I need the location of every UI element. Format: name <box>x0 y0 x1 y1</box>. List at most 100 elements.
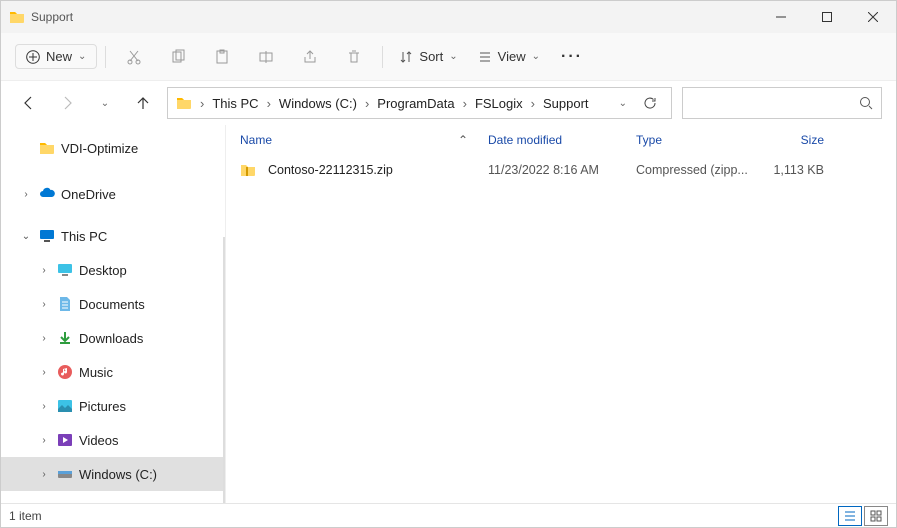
chevron-right-icon: › <box>461 96 469 111</box>
breadcrumb[interactable]: Windows (C:) <box>275 94 361 113</box>
search-icon <box>859 96 873 110</box>
up-button[interactable] <box>129 89 157 117</box>
breadcrumb[interactable]: FSLogix <box>471 94 527 113</box>
sidebar-item-documents[interactable]: › Documents <box>1 287 225 321</box>
chevron-down-icon: ⌄ <box>532 51 540 62</box>
sidebar-item-downloads[interactable]: › Downloads <box>1 321 225 355</box>
sidebar-item-desktop[interactable]: › Desktop <box>1 253 225 287</box>
refresh-button[interactable] <box>643 96 657 110</box>
chevron-right-icon[interactable]: › <box>37 401 51 412</box>
details-view-button[interactable] <box>838 506 862 526</box>
file-row[interactable]: Contoso-22112315.zip 11/23/2022 8:16 AM … <box>226 155 896 185</box>
navigation-row: ⌄ › This PC › Windows (C:) › ProgramData… <box>1 81 896 125</box>
toolbar: New ⌄ Sort ⌄ View ⌄ ··· <box>1 33 896 81</box>
maximize-button[interactable] <box>804 1 850 33</box>
video-icon <box>57 432 73 448</box>
pc-icon <box>39 228 55 244</box>
separator <box>382 46 383 68</box>
sidebar-item-label: OneDrive <box>61 187 116 202</box>
pictures-icon <box>57 398 73 414</box>
file-list: Name ⌃ Date modified Type Size Contoso-2… <box>226 125 896 503</box>
status-bar: 1 item <box>1 503 896 527</box>
sidebar-item-music[interactable]: › Music <box>1 355 225 389</box>
sort-label: Sort <box>419 49 443 64</box>
back-button[interactable] <box>15 89 43 117</box>
folder-icon <box>9 9 25 25</box>
breadcrumb[interactable]: This PC <box>208 94 262 113</box>
window-title: Support <box>31 10 73 24</box>
column-type[interactable]: Type <box>636 133 754 147</box>
sidebar-item-onedrive[interactable]: › OneDrive <box>1 177 225 211</box>
desktop-icon <box>57 262 73 278</box>
file-date: 11/23/2022 8:16 AM <box>488 163 636 177</box>
file-size: 1,113 KB <box>754 163 824 177</box>
sidebar-item-label: Videos <box>79 433 119 448</box>
chevron-down-icon: ⌄ <box>78 51 86 62</box>
folder-icon <box>176 95 192 111</box>
drive-icon <box>57 466 73 482</box>
scrollbar[interactable] <box>223 237 225 503</box>
title-bar: Support <box>1 1 896 33</box>
minimize-button[interactable] <box>758 1 804 33</box>
search-input[interactable] <box>682 87 882 119</box>
new-button-label: New <box>46 49 72 64</box>
view-label: View <box>498 49 526 64</box>
sidebar-item-label: Windows (C:) <box>79 467 157 482</box>
sidebar-item-vdi-optimize[interactable]: VDI-Optimize <box>1 131 225 165</box>
copy-button[interactable] <box>158 41 198 73</box>
file-type: Compressed (zipp... <box>636 163 754 177</box>
chevron-right-icon[interactable]: › <box>37 469 51 480</box>
column-size[interactable]: Size <box>754 133 824 147</box>
document-icon <box>57 296 73 312</box>
delete-button[interactable] <box>334 41 374 73</box>
new-button[interactable]: New ⌄ <box>15 44 97 69</box>
chevron-right-icon[interactable]: › <box>37 333 51 344</box>
sidebar-item-pictures[interactable]: › Pictures <box>1 389 225 423</box>
navigation-pane: VDI-Optimize › OneDrive ⌄ This PC › Desk… <box>1 125 226 503</box>
cut-button[interactable] <box>114 41 154 73</box>
sort-icon <box>399 50 413 64</box>
address-bar[interactable]: › This PC › Windows (C:) › ProgramData ›… <box>167 87 672 119</box>
sidebar-item-label: VDI-Optimize <box>61 141 138 156</box>
chevron-down-icon[interactable]: ⌄ <box>619 98 627 109</box>
sidebar-item-label: This PC <box>61 229 107 244</box>
separator <box>105 46 106 68</box>
share-button[interactable] <box>290 41 330 73</box>
column-name[interactable]: Name ⌃ <box>240 133 488 147</box>
sidebar-item-label: Pictures <box>79 399 126 414</box>
download-icon <box>57 330 73 346</box>
forward-button[interactable] <box>53 89 81 117</box>
column-date[interactable]: Date modified <box>488 133 636 147</box>
folder-icon <box>39 140 55 156</box>
more-button[interactable]: ··· <box>552 41 592 73</box>
status-item-count: 1 item <box>9 509 42 523</box>
sort-indicator-icon: ⌃ <box>458 133 468 147</box>
sidebar-item-label: Desktop <box>79 263 127 278</box>
sidebar-item-videos[interactable]: › Videos <box>1 423 225 457</box>
sidebar-item-label: Music <box>79 365 113 380</box>
breadcrumb[interactable]: Support <box>539 94 593 113</box>
music-icon <box>57 364 73 380</box>
recent-button[interactable]: ⌄ <box>91 89 119 117</box>
view-button[interactable]: View ⌄ <box>470 45 548 68</box>
chevron-right-icon[interactable]: › <box>19 189 33 200</box>
sidebar-item-windows-c[interactable]: › Windows (C:) <box>1 457 225 491</box>
chevron-right-icon[interactable]: › <box>37 367 51 378</box>
thumbnails-view-button[interactable] <box>864 506 888 526</box>
chevron-down-icon: ⌄ <box>449 51 457 62</box>
sidebar-item-this-pc[interactable]: ⌄ This PC <box>1 219 225 253</box>
breadcrumb[interactable]: ProgramData <box>373 94 458 113</box>
chevron-right-icon[interactable]: › <box>37 435 51 446</box>
view-icon <box>478 50 492 64</box>
chevron-right-icon[interactable]: › <box>37 265 51 276</box>
sort-button[interactable]: Sort ⌄ <box>391 45 465 68</box>
paste-button[interactable] <box>202 41 242 73</box>
chevron-down-icon[interactable]: ⌄ <box>19 231 33 242</box>
rename-button[interactable] <box>246 41 286 73</box>
cloud-icon <box>39 186 55 202</box>
chevron-right-icon[interactable]: › <box>37 299 51 310</box>
file-name: Contoso-22112315.zip <box>268 163 393 177</box>
close-button[interactable] <box>850 1 896 33</box>
sidebar-item-label: Documents <box>79 297 145 312</box>
chevron-right-icon: › <box>198 96 206 111</box>
